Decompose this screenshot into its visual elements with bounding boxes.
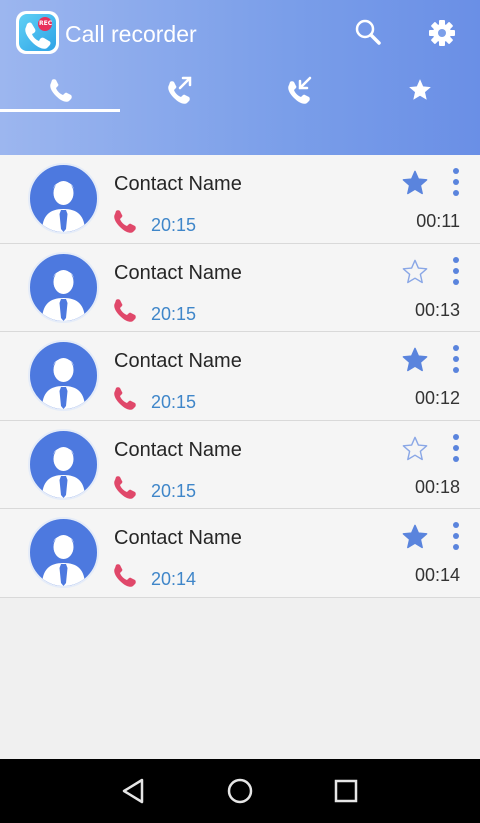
- app-bar: REC Call recorder: [0, 0, 480, 68]
- avatar: [28, 517, 99, 588]
- tab-incoming-calls[interactable]: [240, 68, 360, 112]
- star-icon: [409, 79, 431, 100]
- more-vert-icon: [453, 345, 459, 373]
- search-button[interactable]: [353, 18, 383, 48]
- avatar: [28, 251, 99, 323]
- favorite-toggle-on[interactable]: [401, 523, 429, 551]
- incoming-call-icon: [288, 76, 312, 104]
- call-phone-icon: [114, 475, 136, 499]
- recents-square-icon: [334, 779, 358, 803]
- more-options-button[interactable]: [446, 520, 466, 552]
- star-icon: [402, 347, 428, 372]
- person-avatar-icon: [42, 446, 85, 498]
- contact-name: Contact Name: [114, 261, 242, 284]
- call-time: 20:15: [151, 303, 197, 324]
- avatar: [28, 340, 99, 411]
- more-vert-icon: [453, 433, 459, 462]
- more-vert-icon: [453, 168, 459, 196]
- logo-badge-text: REC: [39, 20, 53, 27]
- person-avatar-icon: [42, 269, 85, 321]
- avatar: [28, 163, 99, 234]
- call-row[interactable]: Contact Name 20:15 00:12: [0, 332, 480, 421]
- tab-outgoing-calls[interactable]: [120, 68, 240, 112]
- call-time: 20:14: [151, 569, 197, 589]
- search-icon: [355, 19, 381, 45]
- more-vert-icon: [453, 256, 459, 285]
- tab-indicator: [0, 109, 120, 112]
- tab-favorites[interactable]: [360, 68, 480, 112]
- call-phone-icon: [114, 210, 136, 233]
- call-row[interactable]: Contact Name 20:15 00:18: [0, 420, 480, 509]
- tab-all-calls[interactable]: [0, 68, 120, 112]
- more-options-button[interactable]: [446, 343, 466, 375]
- call-time: 20:15: [151, 392, 197, 412]
- more-options-button[interactable]: [446, 255, 466, 287]
- avatar: [28, 428, 99, 500]
- star-icon: [402, 170, 428, 195]
- favorite-toggle-off[interactable]: [401, 258, 429, 286]
- phone-icon: [50, 79, 72, 102]
- settings-button[interactable]: [427, 18, 457, 48]
- call-duration: 00:18: [414, 476, 460, 497]
- call-list: Contact Name 20:15 00:11 Contact Name 20…: [0, 155, 480, 598]
- call-phone-icon: [114, 564, 136, 587]
- call-time: 20:15: [151, 215, 197, 235]
- back-triangle-icon: [122, 778, 144, 804]
- header: REC Call recorder: [0, 0, 480, 155]
- person-avatar-icon: [42, 358, 85, 409]
- more-options-button[interactable]: [446, 166, 466, 198]
- app-logo: REC: [16, 11, 59, 54]
- tab-bar: [0, 68, 480, 112]
- phone-logo-icon: [25, 17, 52, 49]
- call-duration: 00:11: [416, 211, 460, 231]
- star-icon: [402, 524, 428, 549]
- system-nav-bar: [0, 759, 480, 823]
- call-row[interactable]: Contact Name 20:15 00:11: [0, 155, 480, 244]
- call-time: 20:15: [151, 480, 197, 501]
- favorite-toggle-on[interactable]: [401, 346, 429, 374]
- more-options-button[interactable]: [446, 432, 466, 464]
- person-avatar-icon: [42, 535, 85, 586]
- call-row[interactable]: Contact Name 20:15 00:13: [0, 243, 480, 332]
- contact-name: Contact Name: [114, 350, 242, 372]
- app-title: Call recorder: [65, 21, 197, 47]
- call-phone-icon: [114, 387, 136, 410]
- nav-back-button[interactable]: [115, 773, 151, 809]
- gear-icon: [429, 20, 455, 46]
- star-icon: [402, 259, 428, 283]
- contact-name: Contact Name: [114, 173, 242, 195]
- call-duration: 00:13: [414, 299, 460, 320]
- star-icon: [402, 436, 428, 460]
- favorite-toggle-on[interactable]: [401, 169, 429, 197]
- home-circle-icon: [227, 778, 253, 804]
- call-row[interactable]: Contact Name 20:14 00:14: [0, 509, 480, 598]
- contact-name: Contact Name: [114, 527, 242, 549]
- call-duration: 00:12: [414, 388, 460, 408]
- person-avatar-icon: [42, 181, 85, 232]
- contact-name: Contact Name: [114, 438, 242, 461]
- favorite-toggle-off[interactable]: [401, 435, 429, 463]
- call-duration: 00:14: [414, 565, 460, 585]
- call-phone-icon: [114, 298, 136, 322]
- nav-home-button[interactable]: [222, 773, 258, 809]
- more-vert-icon: [453, 522, 459, 550]
- nav-recents-button[interactable]: [328, 773, 364, 809]
- outgoing-call-icon: [168, 76, 192, 104]
